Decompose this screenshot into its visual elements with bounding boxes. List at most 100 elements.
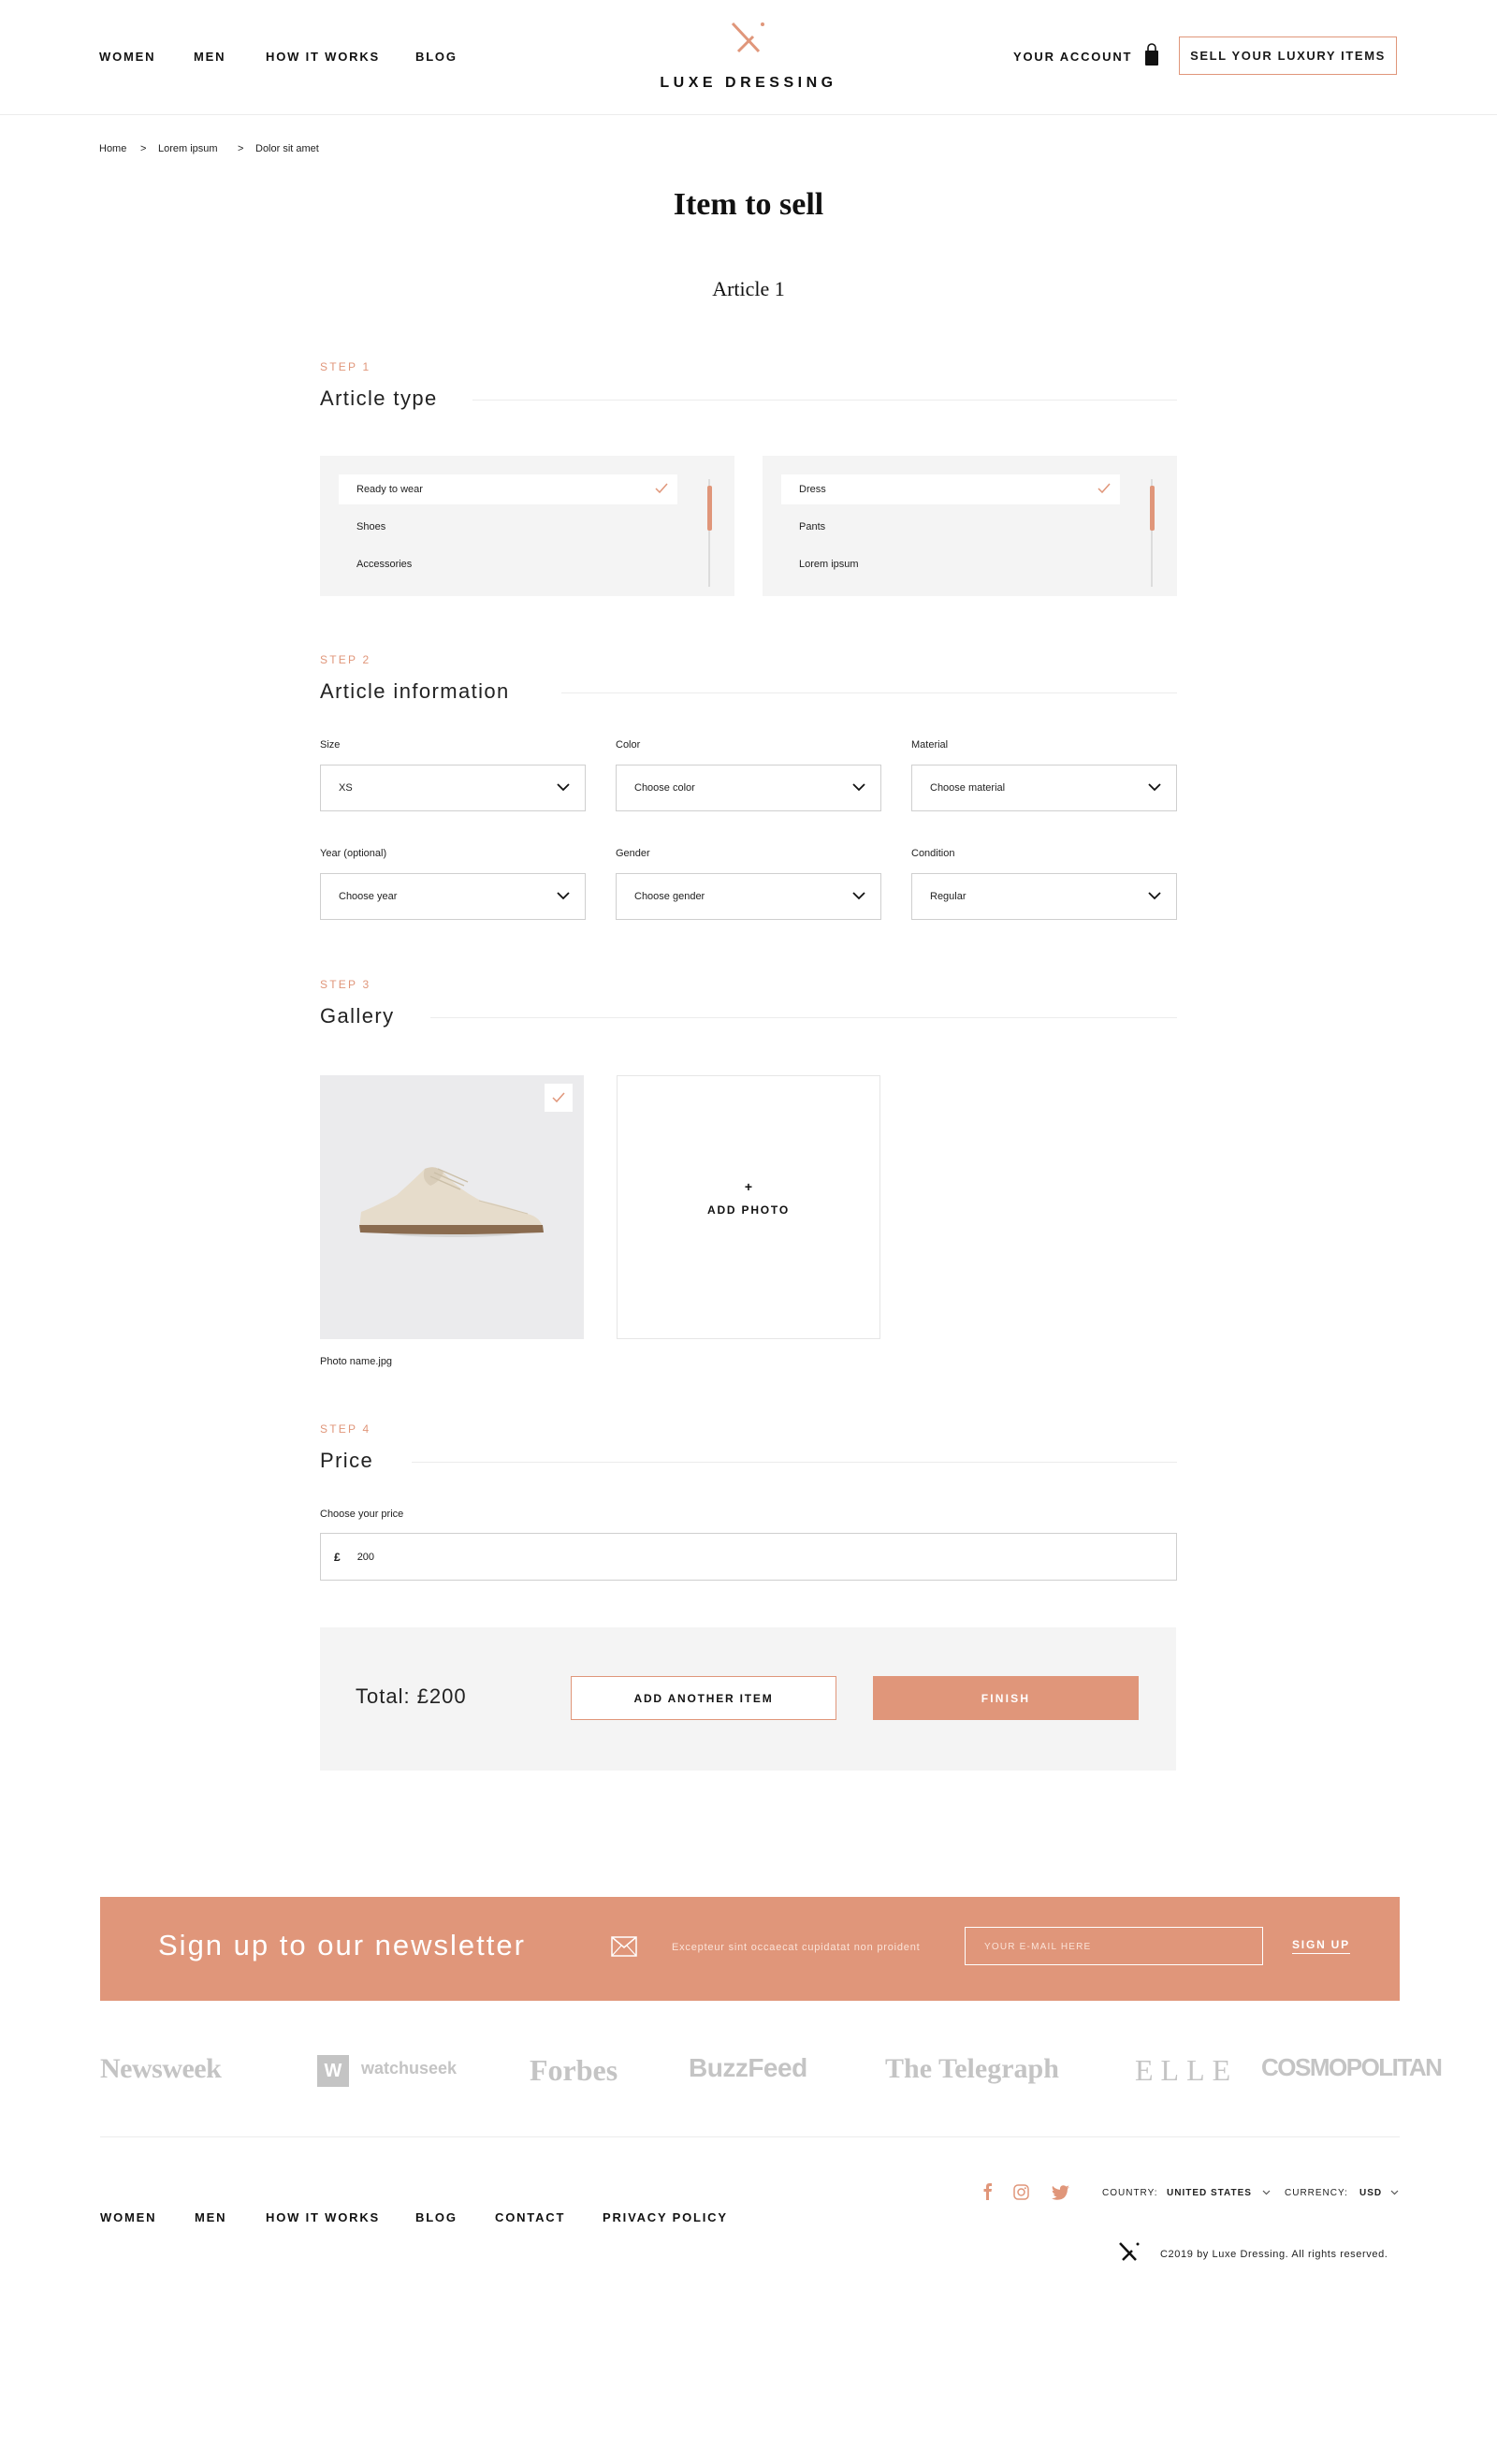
facebook-icon[interactable]	[982, 2183, 994, 2200]
breadcrumb-current: Dolor sit amet	[255, 143, 319, 154]
list-item-label: Lorem ipsum	[799, 559, 859, 570]
email-placeholder: YOUR E-MAIL HERE	[984, 1942, 1092, 1952]
currency-label: CURRENCY:	[1285, 2188, 1348, 2198]
footer-divider	[100, 2136, 1400, 2137]
header-divider	[0, 114, 1497, 115]
scrollbar-thumb[interactable]	[1149, 486, 1155, 531]
nav-women[interactable]: WOMEN	[99, 50, 155, 64]
list-item-label: Dress	[799, 484, 826, 495]
finish-button[interactable]: FINISH	[873, 1676, 1139, 1720]
gallery-photo-thumbnail[interactable]	[320, 1075, 584, 1339]
footer-link-contact[interactable]: CONTACT	[495, 2210, 565, 2224]
check-icon	[655, 483, 668, 494]
color-select-value: Choose color	[634, 782, 695, 794]
newsweek-logo: Newsweek	[100, 2053, 222, 2084]
step-title: Article type	[320, 386, 438, 410]
list-item[interactable]: Shoes	[339, 512, 677, 542]
shopping-bag-icon[interactable]	[1144, 43, 1159, 67]
step-label: STEP 4	[320, 1422, 371, 1436]
sign-up-button[interactable]: SIGN UP	[1292, 1938, 1350, 1954]
list-item-label: Pants	[799, 521, 826, 532]
breadcrumb-home[interactable]: Home	[99, 143, 126, 154]
price-label: Choose your price	[320, 1509, 404, 1520]
price-input[interactable]: £ 200	[320, 1533, 1177, 1581]
nav-how-it-works[interactable]: HOW IT WORKS	[266, 50, 380, 64]
article-title: Article 1	[712, 277, 785, 300]
footer-link-how-it-works[interactable]: HOW IT WORKS	[266, 2210, 380, 2224]
footer-link-privacy-policy[interactable]: PRIVACY POLICY	[603, 2210, 728, 2224]
gender-select-value: Choose gender	[634, 891, 705, 902]
step-divider	[430, 1017, 1177, 1018]
size-select[interactable]: XS	[320, 765, 586, 811]
photo-filename: Photo name.jpg	[320, 1356, 393, 1367]
check-icon	[552, 1092, 565, 1103]
country-select-value[interactable]: UNITED STATES	[1167, 2188, 1252, 2198]
breadcrumb-lorem-ipsum[interactable]: Lorem ipsum	[158, 143, 218, 154]
material-select-value: Choose material	[930, 782, 1006, 794]
envelope-icon	[611, 1936, 637, 1957]
category-list-panel: Ready to wear Shoes Accessories	[320, 456, 734, 596]
newsletter-email-input[interactable]: YOUR E-MAIL HERE	[965, 1927, 1263, 1965]
nav-blog[interactable]: BLOG	[415, 50, 458, 64]
list-item[interactable]: Accessories	[339, 549, 677, 579]
photo-selected-badge[interactable]	[545, 1084, 573, 1112]
list-item-label: Accessories	[356, 559, 413, 570]
your-account-link[interactable]: YOUR ACCOUNT	[1013, 50, 1132, 64]
newsletter-text: Excepteur sint occaecat cupidatat non pr…	[672, 1942, 921, 1953]
total-amount: Total: £200	[356, 1684, 467, 1708]
newsletter-banner: Sign up to our newsletter Excepteur sint…	[100, 1897, 1400, 2001]
cosmopolitan-logo: COSMOPOLITAN	[1261, 2053, 1443, 2081]
list-item[interactable]: Dress	[781, 474, 1120, 504]
nav-men[interactable]: MEN	[194, 50, 225, 64]
footer-link-blog[interactable]: BLOG	[415, 2210, 458, 2224]
currency-select-value[interactable]: USD	[1359, 2188, 1382, 2198]
list-item[interactable]: Ready to wear	[339, 474, 677, 504]
plus-icon: +	[744, 1179, 753, 1194]
condition-select-value: Regular	[930, 891, 967, 902]
color-select[interactable]: Choose color	[616, 765, 881, 811]
step-label: STEP 3	[320, 978, 371, 991]
chevron-down-icon	[852, 892, 865, 900]
check-icon	[1097, 483, 1111, 494]
crossed-x-logo-icon[interactable]	[1118, 2241, 1141, 2262]
watchuseek-logo-badge: W	[317, 2055, 349, 2087]
chevron-down-icon[interactable]	[1390, 2190, 1399, 2195]
instagram-icon[interactable]	[1013, 2184, 1029, 2200]
footer-link-men[interactable]: MEN	[195, 2210, 226, 2224]
list-item[interactable]: Pants	[781, 512, 1120, 542]
footer-link-women[interactable]: WOMEN	[100, 2210, 156, 2224]
brand-name[interactable]: LUXE DRESSING	[0, 75, 1497, 92]
material-select[interactable]: Choose material	[911, 765, 1177, 811]
add-another-item-button[interactable]: ADD ANOTHER ITEM	[571, 1676, 836, 1720]
crossed-x-logo-icon[interactable]	[730, 21, 767, 54]
chevron-down-icon	[852, 783, 865, 792]
gender-label: Gender	[616, 848, 650, 859]
chevron-down-icon	[557, 892, 570, 900]
list-item-label: Shoes	[356, 521, 386, 532]
year-select[interactable]: Choose year	[320, 873, 586, 920]
twitter-icon[interactable]	[1052, 2185, 1069, 2200]
newsletter-title: Sign up to our newsletter	[158, 1929, 526, 1961]
chevron-down-icon	[1148, 783, 1161, 792]
add-photo-label: ADD PHOTO	[707, 1203, 790, 1217]
add-photo-button[interactable]: + ADD PHOTO	[617, 1075, 880, 1339]
gender-select[interactable]: Choose gender	[616, 873, 881, 920]
list-item[interactable]: Lorem ipsum	[781, 549, 1120, 579]
sell-luxury-items-button[interactable]: SELL YOUR LUXURY ITEMS	[1179, 36, 1397, 75]
scrollbar-thumb[interactable]	[706, 486, 712, 531]
buzzfeed-logo: BuzzFeed	[689, 2053, 807, 2082]
condition-select[interactable]: Regular	[911, 873, 1177, 920]
chevron-down-icon[interactable]	[1262, 2190, 1271, 2195]
telegraph-logo: The Telegraph	[885, 2053, 1059, 2084]
forbes-logo: Forbes	[530, 2053, 618, 2087]
step-label: STEP 1	[320, 360, 371, 373]
country-label: COUNTRY:	[1102, 2188, 1158, 2198]
list-item-label: Ready to wear	[356, 484, 423, 495]
step-title: Article information	[320, 679, 510, 703]
step-title: Price	[320, 1449, 374, 1472]
material-label: Material	[911, 739, 949, 751]
elle-logo: ELLE	[1135, 2053, 1239, 2087]
color-label: Color	[616, 739, 641, 751]
year-select-value: Choose year	[339, 891, 398, 902]
chevron-down-icon	[557, 783, 570, 792]
